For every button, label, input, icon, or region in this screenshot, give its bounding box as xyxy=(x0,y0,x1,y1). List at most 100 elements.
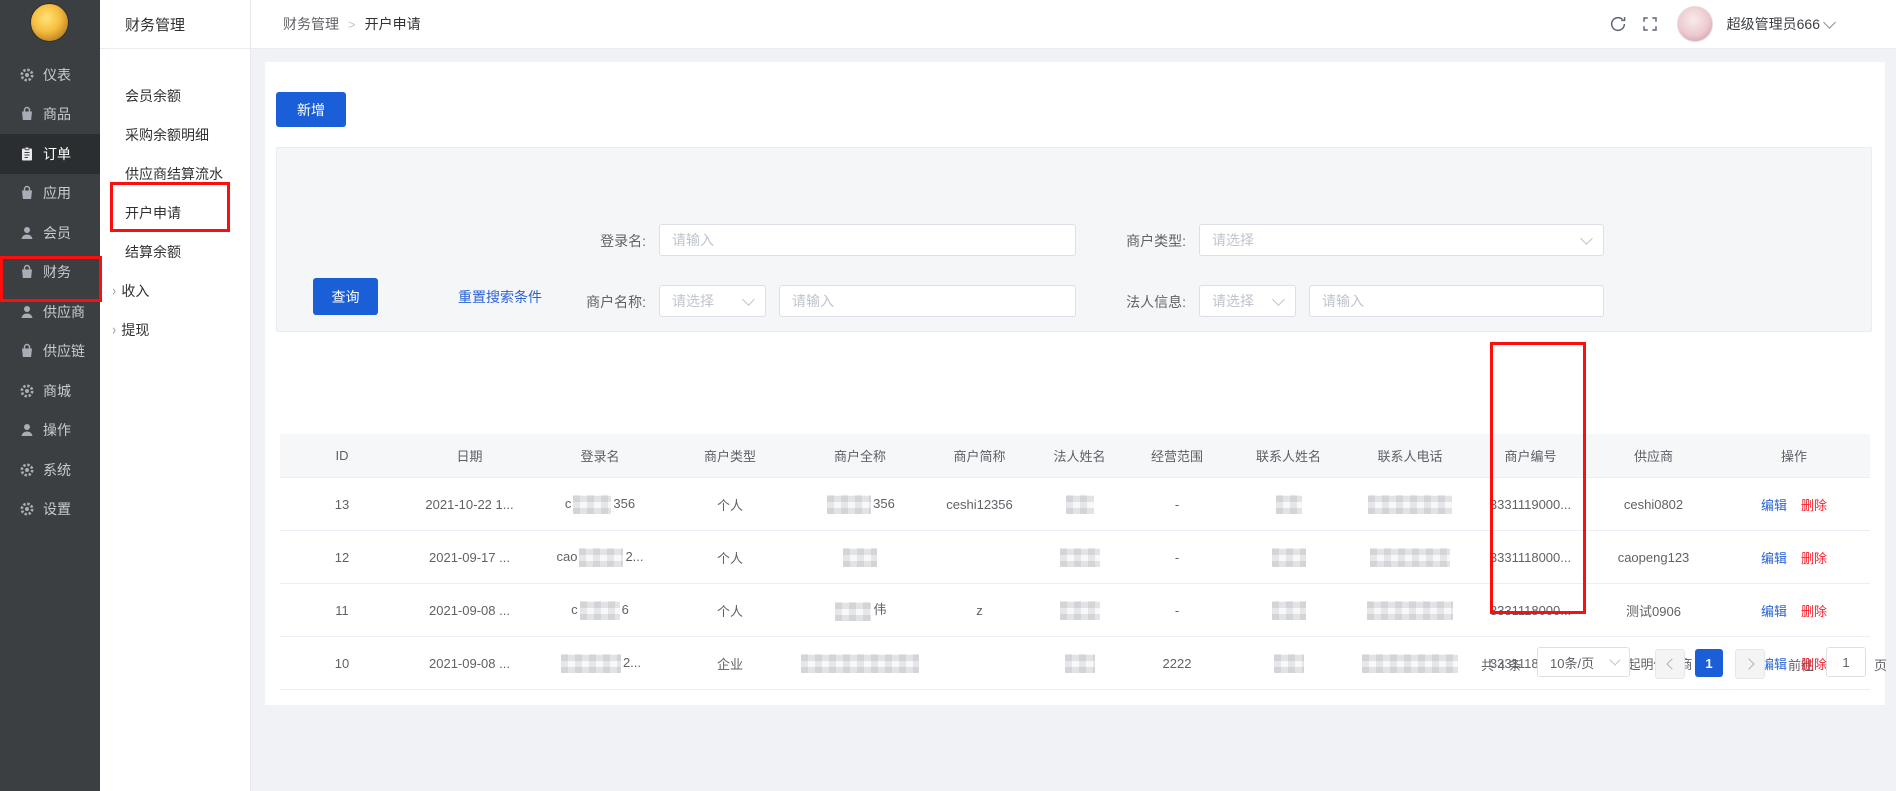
user-icon xyxy=(19,225,35,241)
user-name: 超级管理员666 xyxy=(1727,14,1820,34)
sidebar-item-9[interactable]: 商城 xyxy=(0,371,100,411)
submenu-item-label: 会员余额 xyxy=(125,86,181,106)
sidebar-item-label: 设置 xyxy=(43,499,71,519)
merchant-type-select[interactable]: 请选择 xyxy=(1199,224,1604,256)
table-cell: - xyxy=(1125,603,1229,618)
sidebar-item-6[interactable]: 财务 xyxy=(0,253,100,293)
submenu-item-6[interactable]: ›收入 xyxy=(100,271,250,310)
user-menu[interactable]: 超级管理员666 xyxy=(1727,14,1834,34)
sidebar-item-2[interactable]: 商品 xyxy=(0,95,100,135)
delete-link[interactable]: 删除 xyxy=(1801,604,1827,619)
sidebar-item-3[interactable]: 订单 xyxy=(0,134,100,174)
submenu-item-5[interactable]: 结算余额 xyxy=(100,232,250,271)
login-label: 登录名: xyxy=(536,231,646,251)
chevron-right-icon: › xyxy=(112,282,115,299)
table-cell xyxy=(1229,495,1348,514)
app-logo[interactable] xyxy=(30,3,69,42)
sidebar-item-label: 供应商 xyxy=(43,302,85,322)
sidebar-item-5[interactable]: 会员 xyxy=(0,213,100,253)
next-page-button[interactable] xyxy=(1735,649,1765,679)
table-cell: 2021-09-17 ... xyxy=(404,550,535,565)
legal-info-select[interactable]: 请选择 xyxy=(1199,285,1296,317)
table-cell xyxy=(1348,601,1472,620)
total-count: 共 4 条 xyxy=(1481,655,1521,674)
redacted-blur xyxy=(580,601,620,620)
merchant-name-field-select[interactable]: 请选择 xyxy=(659,285,766,317)
finance-submenu: 财务管理 会员余额采购余额明细供应商结算流水开户申请结算余额›收入›提现 xyxy=(100,0,251,791)
column-header-8: 经营范围 xyxy=(1125,446,1229,465)
sidebar-item-10[interactable]: 操作 xyxy=(0,411,100,451)
table-cell: ceshi0802 xyxy=(1589,497,1718,512)
sidebar-item-label: 仪表 xyxy=(43,65,71,85)
page-1-button[interactable]: 1 xyxy=(1695,649,1723,677)
redacted-blur xyxy=(1066,495,1094,514)
sidebar-item-label: 系统 xyxy=(43,460,71,480)
reset-search-link[interactable]: 重置搜索条件 xyxy=(458,287,542,307)
submenu-item-2[interactable]: 采购余额明细 xyxy=(100,115,250,154)
submenu-header: 财务管理 xyxy=(100,0,250,49)
submenu-item-label: 采购余额明细 xyxy=(125,125,209,145)
redacted-blur xyxy=(1368,495,1452,514)
order-icon xyxy=(19,146,35,162)
column-header-5: 商户全称 xyxy=(795,446,925,465)
sidebar-item-4[interactable]: 应用 xyxy=(0,174,100,214)
breadcrumb-finance[interactable]: 财务管理 xyxy=(283,14,339,34)
table-cell: 伟 xyxy=(795,599,925,620)
top-bar: 财务管理 > 开户申请 超级管理员666 xyxy=(250,0,1896,49)
table-cell xyxy=(1034,548,1125,567)
sidebar-item-label: 应用 xyxy=(43,183,71,203)
add-button[interactable]: 新增 xyxy=(276,92,346,127)
chevron-down-icon xyxy=(1272,293,1285,306)
table-row: 122021-09-17 ...cao2...个人-3331118000...c… xyxy=(280,531,1870,584)
column-header-1: ID xyxy=(280,448,404,463)
table-row: 112021-09-08 ...c6个人伟z-3331118000...测试09… xyxy=(280,584,1870,637)
table-cell: c6 xyxy=(535,601,665,620)
sidebar-item-8[interactable]: 供应链 xyxy=(0,332,100,372)
table-cell: 测试0906 xyxy=(1589,601,1718,620)
sidebar-item-label: 商品 xyxy=(43,104,71,124)
goto-page-input[interactable] xyxy=(1826,647,1866,677)
page-size-value: 10条/页 xyxy=(1550,653,1611,672)
merchant-name-input[interactable] xyxy=(779,285,1076,317)
query-button[interactable]: 查询 xyxy=(313,278,378,315)
table-cell: 3331118000... xyxy=(1472,603,1589,618)
goto-label: 前往 xyxy=(1788,655,1814,674)
legal-info-input[interactable] xyxy=(1309,285,1604,317)
edit-link[interactable]: 编辑 xyxy=(1761,498,1787,513)
sidebar-item-7[interactable]: 供应商 xyxy=(0,292,100,332)
delete-link[interactable]: 删除 xyxy=(1801,551,1827,566)
pagination: 共 4 条 10条/页 1 前往 页 xyxy=(265,647,1885,679)
submenu-item-4[interactable]: 开户申请 xyxy=(100,193,250,232)
delete-link[interactable]: 删除 xyxy=(1801,498,1827,513)
redacted-blur xyxy=(835,602,871,621)
sidebar-item-1[interactable]: 仪表 xyxy=(0,55,100,95)
sidebar-item-11[interactable]: 系统 xyxy=(0,450,100,490)
table-cell: - xyxy=(1125,550,1229,565)
user-avatar[interactable] xyxy=(1677,6,1713,42)
submenu-title: 财务管理 xyxy=(125,14,185,35)
prev-page-button[interactable] xyxy=(1655,649,1685,679)
sidebar-item-label: 操作 xyxy=(43,420,71,440)
refresh-icon[interactable] xyxy=(1609,15,1627,33)
merchant-name-label: 商户名称: xyxy=(536,292,646,312)
submenu-item-7[interactable]: ›提现 xyxy=(100,310,250,349)
chevron-down-icon xyxy=(1823,16,1836,29)
fullscreen-icon[interactable] xyxy=(1641,15,1659,33)
content-card: 新增 登录名: 商户类型: 请选择 商户名称: 请选择 法人信息: 请选择 xyxy=(265,62,1885,705)
redacted-blur xyxy=(1272,548,1306,567)
table-header: ID日期登录名商户类型商户全称商户简称法人姓名经营范围联系人姓名联系人电话商户编… xyxy=(280,434,1870,478)
table-cell: 3331119000... xyxy=(1472,497,1589,512)
submenu-item-1[interactable]: 会员余额 xyxy=(100,76,250,115)
submenu-item-3[interactable]: 供应商结算流水 xyxy=(100,154,250,193)
edit-link[interactable]: 编辑 xyxy=(1761,551,1787,566)
chevron-down-icon xyxy=(1580,232,1593,245)
page-size-select[interactable]: 10条/页 xyxy=(1537,647,1630,677)
table-cell: caopeng123 xyxy=(1589,550,1718,565)
table-cell: 编辑删除 xyxy=(1718,548,1870,567)
redacted-blur xyxy=(1060,548,1100,567)
login-input[interactable] xyxy=(659,224,1076,256)
user-icon xyxy=(19,304,35,320)
edit-link[interactable]: 编辑 xyxy=(1761,604,1787,619)
sidebar-item-12[interactable]: 设置 xyxy=(0,490,100,530)
table-cell: 个人 xyxy=(665,548,795,567)
